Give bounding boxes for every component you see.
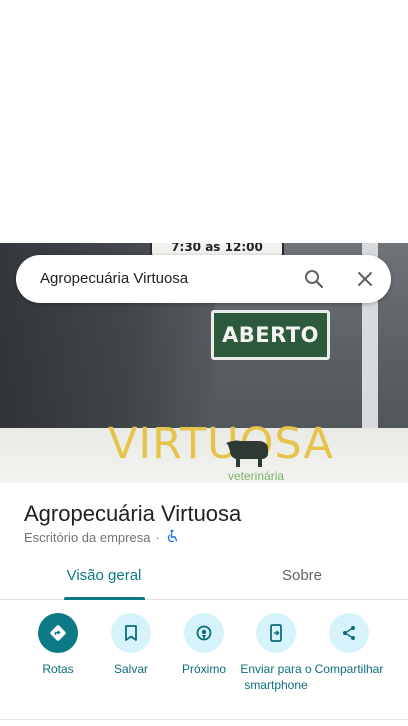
action-buttons-row: Rotas Salvar Próximo Enviar para o smart… [0,613,408,713]
place-tabs: Visão geral Sobre [0,557,408,600]
share-label: Compartilhar [314,662,384,676]
tab-overview-label: Visão geral [66,567,142,584]
search-bar[interactable]: Agropecuária Virtuosa [16,255,391,303]
send-to-phone-label: Enviar para o smartphone [240,662,312,692]
tab-overview[interactable]: Visão geral [2,557,206,600]
nearby-button[interactable]: Próximo [164,613,244,677]
share-icon[interactable] [329,613,369,653]
search-query[interactable]: Agropecuária Virtuosa [40,255,188,303]
directions-label: Rotas [42,662,74,676]
send-to-phone-button[interactable]: Enviar para o smartphone [236,613,316,693]
sheet-divider [0,719,408,720]
nearby-icon[interactable] [184,613,224,653]
directions-button[interactable]: Rotas [18,613,98,677]
nearby-label: Próximo [181,662,226,676]
search-icon[interactable] [302,267,326,291]
place-category: Escritório da empresa [24,530,151,545]
bookmark-icon[interactable] [111,613,151,653]
share-button[interactable]: Compartilhar [309,613,389,677]
place-title: Agropecuária Virtuosa [24,501,242,526]
cow-logo-icon [226,440,268,467]
directions-icon[interactable] [38,613,78,653]
save-label: Salvar [113,662,148,676]
photo-brand-logo: VIRTUOSA [108,419,334,469]
send-to-phone-icon[interactable] [256,613,296,653]
photo-open-sign: ABERTO [211,310,330,360]
tab-about-label: Sobre [281,567,323,584]
place-category-line: Escritório da empresa · [24,529,179,546]
wheelchair-accessible-icon [165,529,179,546]
map-area-blank [0,0,408,243]
tab-about[interactable]: Sobre [200,557,404,599]
place-details-sheet: Agropecuária Virtuosa Escritório da empr… [0,483,408,726]
photo-brand-subtitle: veterinária [228,469,285,483]
tab-active-indicator [64,597,145,600]
save-button[interactable]: Salvar [91,613,171,677]
category-separator: · [155,530,160,545]
close-icon[interactable] [353,267,377,291]
